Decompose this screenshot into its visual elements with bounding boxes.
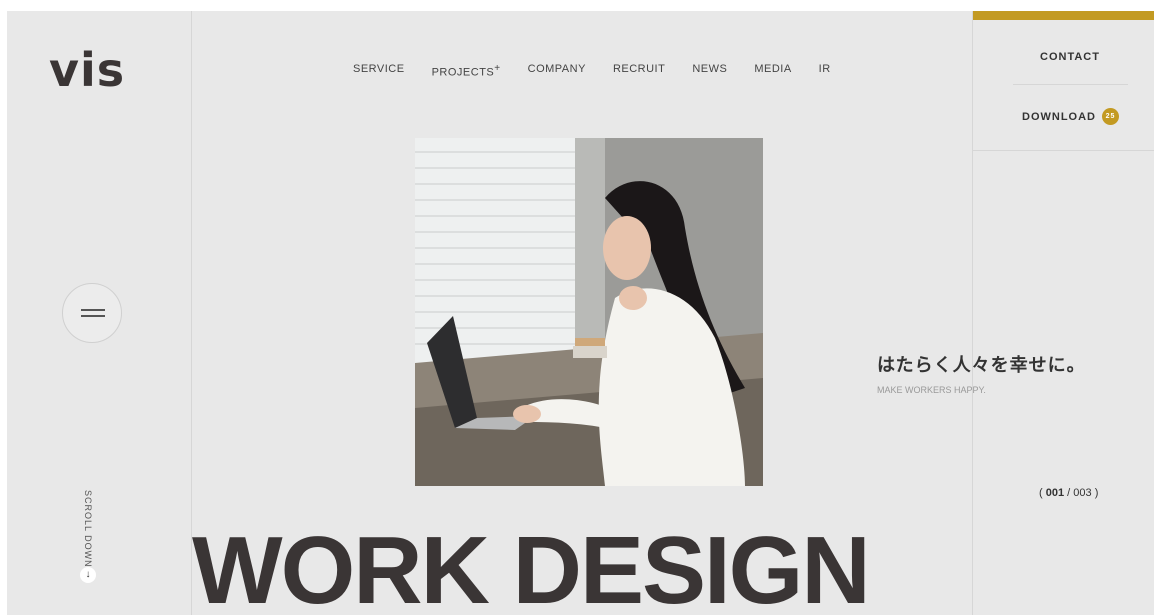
hamburger-icon <box>81 309 105 311</box>
hero-photo <box>415 138 763 486</box>
left-sidebar: vis SCROLL DOWN ↓ <box>7 11 192 615</box>
nav-item-news[interactable]: NEWS <box>692 62 727 76</box>
scroll-down-label: SCROLL DOWN <box>83 490 93 568</box>
divider <box>1013 84 1128 85</box>
download-link[interactable]: DOWNLOAD 25 <box>1022 108 1119 125</box>
page: vis SCROLL DOWN ↓ SERVICE PROJECTS+ COMP… <box>7 11 1154 615</box>
tagline-english: MAKE WORKERS HAPPY. <box>877 385 986 395</box>
hero-photo-illustration <box>415 138 763 486</box>
nav-item-projects-label: PROJECTS <box>431 66 495 79</box>
divider <box>973 150 1154 151</box>
main-nav: SERVICE PROJECTS+ COMPANY RECRUIT NEWS M… <box>353 62 858 79</box>
menu-button[interactable] <box>62 283 122 343</box>
nav-item-projects[interactable]: PROJECTS+ <box>431 62 501 79</box>
accent-bar <box>973 11 1154 20</box>
right-sidebar: CONTACT DOWNLOAD 25 <box>972 11 1154 615</box>
contact-link[interactable]: CONTACT <box>973 51 1154 63</box>
nav-item-ir[interactable]: IR <box>819 62 831 76</box>
nav-item-service[interactable]: SERVICE <box>353 62 405 76</box>
nav-item-media[interactable]: MEDIA <box>754 62 791 76</box>
arrow-down-icon[interactable]: ↓ <box>80 567 96 583</box>
plus-icon: + <box>494 63 501 74</box>
download-count-badge: 25 <box>1102 108 1119 125</box>
nav-item-recruit[interactable]: RECRUIT <box>613 62 665 76</box>
download-label: DOWNLOAD <box>1022 110 1096 123</box>
nav-item-company[interactable]: COMPANY <box>528 62 586 76</box>
hero-headline: WORK DESIGN <box>192 523 871 615</box>
hamburger-icon-line <box>81 315 105 317</box>
site-logo[interactable]: vis <box>49 47 125 93</box>
